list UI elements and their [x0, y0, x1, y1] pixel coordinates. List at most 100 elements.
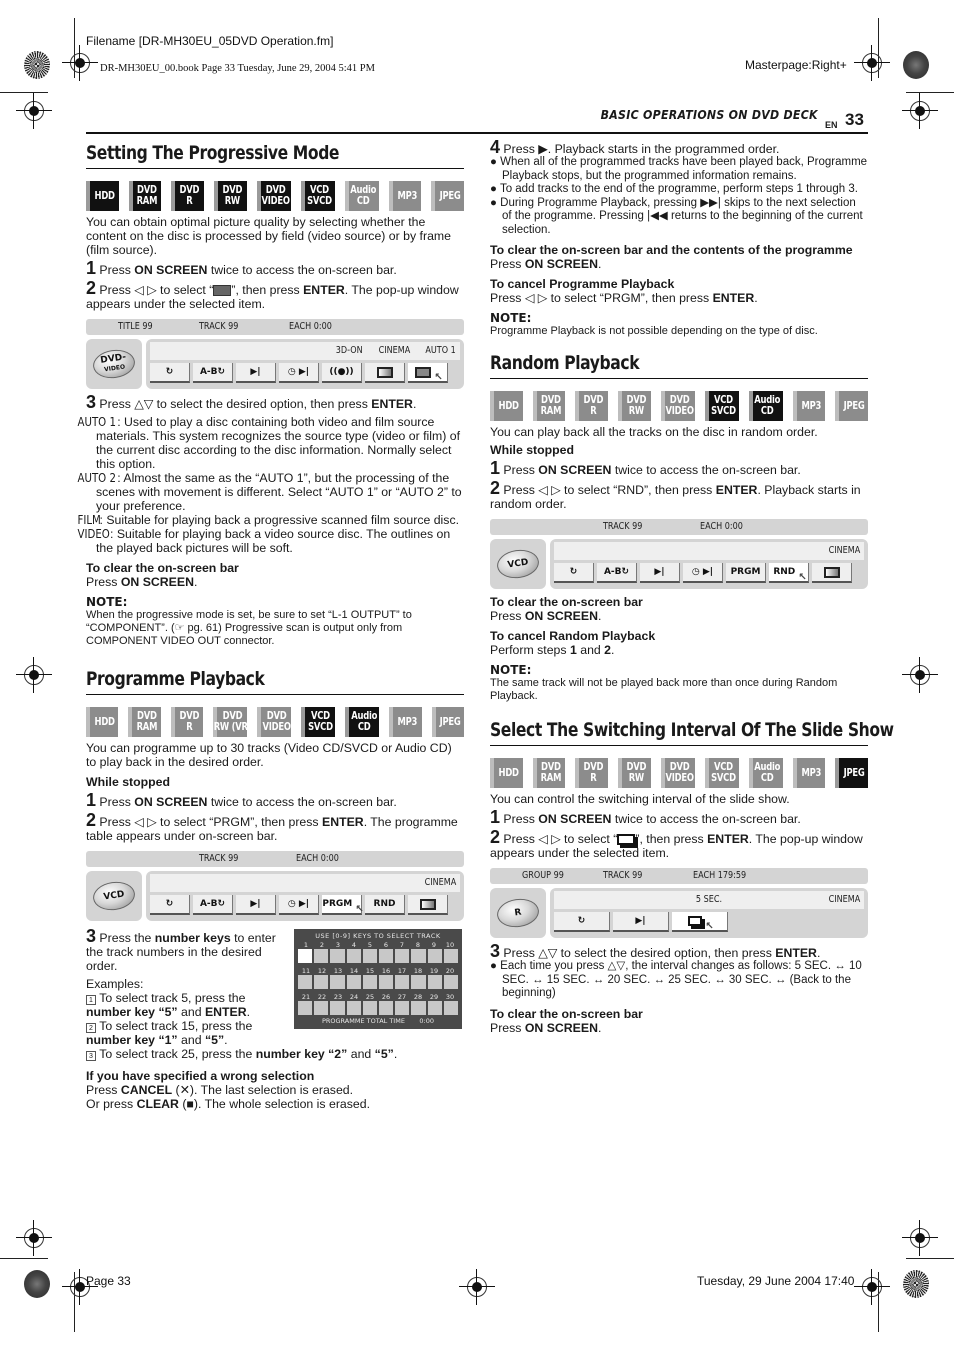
- track-number-label: 25: [365, 993, 375, 1001]
- track-slot[interactable]: [411, 1001, 426, 1015]
- track-slot[interactable]: [378, 975, 394, 989]
- track-slot[interactable]: [298, 949, 313, 963]
- step-2: 2 Press ◁ ▷ to select “”, then press ENT…: [86, 278, 459, 311]
- cancel-random-heading: To cancel Random Playback: [490, 629, 656, 643]
- track-number-label: 27: [397, 993, 407, 1001]
- ab-repeat-button[interactable]: A-B↻: [597, 563, 637, 583]
- track-slot[interactable]: [395, 1001, 410, 1015]
- track-slot[interactable]: [362, 1001, 377, 1015]
- masterpage-label: Masterpage:Right+: [745, 58, 847, 72]
- repeat-button[interactable]: ↻: [150, 895, 190, 915]
- osd-track: TRACK 99: [199, 853, 239, 864]
- track-slot[interactable]: [443, 975, 458, 989]
- repeat-button[interactable]: ↻: [554, 563, 594, 583]
- track-slot[interactable]: [346, 949, 361, 963]
- prgm-button[interactable]: PRGM ↖: [322, 895, 364, 915]
- osd-info-row: TRACK 99 EACH 0:00: [490, 519, 868, 535]
- disc-type-indicator: VCD: [490, 539, 546, 589]
- track-slot[interactable]: [314, 1001, 329, 1015]
- section-title: Programme Playback: [86, 668, 265, 690]
- track-slot[interactable]: [346, 1001, 361, 1015]
- track-slot[interactable]: [378, 1001, 394, 1015]
- step-3-block: 3 Press the number keys to enter the tra…: [86, 927, 464, 1061]
- progressive-mode-button[interactable]: ↖: [408, 363, 448, 383]
- picture-control-button[interactable]: [408, 895, 448, 915]
- track-slot[interactable]: [411, 975, 426, 989]
- track-slot[interactable]: [346, 975, 361, 989]
- track-number-label: 16: [381, 967, 391, 975]
- cancel-programme-text: Press ◁ ▷ to select “PRGM”, then press E…: [490, 291, 758, 305]
- repeat-button[interactable]: ↻: [554, 912, 610, 932]
- track-slot[interactable]: [330, 975, 345, 989]
- track-number-label: 20: [445, 967, 455, 975]
- disc-badge-dvd-ram: DVD RAM: [128, 181, 162, 211]
- track-slot[interactable]: [427, 975, 442, 989]
- time-search-button[interactable]: ▶|: [613, 912, 669, 932]
- time-search-button[interactable]: ▶|: [640, 563, 680, 583]
- track-slot[interactable]: [395, 975, 410, 989]
- track-slot[interactable]: [411, 949, 426, 963]
- ab-repeat-button[interactable]: A-B↻: [193, 895, 233, 915]
- track-slot[interactable]: [427, 1001, 442, 1015]
- rnd-button[interactable]: RND: [365, 895, 405, 915]
- repeat-button[interactable]: ↻: [150, 363, 190, 383]
- disc-badge-hdd: HDD: [86, 181, 119, 211]
- disc-type-badges: HDD DVD RAM DVD R DVD RW DVD VIDEO VCD SVCD Audio CD…: [490, 391, 869, 421]
- step-4: 4 Press ▶. Playback starts in the progra…: [490, 137, 780, 157]
- track-slot[interactable]: [330, 949, 345, 963]
- registration-mark-icon: [16, 93, 52, 129]
- time-search-button[interactable]: ▶|: [236, 895, 276, 915]
- cursor-icon: ↖: [705, 921, 714, 932]
- track-slot[interactable]: [362, 975, 377, 989]
- osd-each: EACH 0:00: [700, 521, 743, 532]
- note-heading: NOTE:: [86, 595, 128, 609]
- picture-control-button[interactable]: [365, 363, 405, 383]
- interval-cycle-bullet: ● Each time you press △▽, the interval c…: [490, 960, 862, 999]
- timer-search-button[interactable]: ◷ ▶|: [279, 895, 319, 915]
- timer-search-button[interactable]: ◷ ▶|: [683, 563, 723, 583]
- disc-badge-vcd-svcd: VCD SVCD: [704, 758, 739, 788]
- registration-disc-icon: [24, 1270, 50, 1298]
- track-slot[interactable]: [443, 1001, 458, 1015]
- track-slot[interactable]: [395, 949, 410, 963]
- time-search-button[interactable]: ▶|: [236, 363, 276, 383]
- crop-mark: [0, 92, 48, 93]
- track-slot[interactable]: [314, 975, 329, 989]
- ab-repeat-button[interactable]: A-B↻: [193, 363, 233, 383]
- track-slot[interactable]: [378, 949, 394, 963]
- track-slot[interactable]: [443, 949, 458, 963]
- step-2: 2 Press ◁ ▷ to select “”, then press ENT…: [490, 827, 863, 860]
- disc-badge-dvd-r: DVD R: [575, 391, 609, 421]
- track-slot[interactable]: [298, 1001, 313, 1015]
- prgm-button[interactable]: PRGM: [726, 563, 766, 583]
- examples-label: Examples:: [86, 977, 144, 991]
- osd-track: TRACK 99: [199, 321, 239, 332]
- track-slot[interactable]: [330, 1001, 345, 1015]
- track-slot[interactable]: [427, 949, 442, 963]
- timer-search-button[interactable]: ◷ ▶|: [279, 363, 319, 383]
- rnd-button[interactable]: RND ↖: [769, 563, 809, 583]
- example-1: 1 To select track 5, press the number ke…: [86, 991, 251, 1019]
- picture-control-button[interactable]: [812, 563, 852, 583]
- section-slide-show-interval: Select The Switching Interval Of The Sli…: [490, 719, 894, 1035]
- disc-badge-dvd-rw-vr-: DVD RW (VR): [213, 707, 251, 737]
- track-slot[interactable]: [298, 975, 313, 989]
- track-number-label: 5: [367, 941, 373, 949]
- disc-badge-vcd-svcd: VCD SVCD: [301, 707, 336, 737]
- section-title: Select The Switching Interval Of The Sli…: [490, 719, 894, 741]
- track-slot[interactable]: [314, 949, 329, 963]
- option-auto2: AUTO 2: Almost the same as the “AUTO 1”,…: [77, 471, 462, 513]
- track-slot-row: [298, 949, 458, 963]
- track-slot[interactable]: [362, 949, 377, 963]
- status-interval: 5 SEC.: [695, 894, 723, 905]
- 3d-phonic-button[interactable]: ((●)): [322, 363, 362, 383]
- bullet-item: ● During Programme Playback, pressing ▶▶…: [490, 196, 863, 236]
- slide-show-interval-button[interactable]: ↖: [672, 912, 728, 932]
- track-number-label: 12: [317, 967, 327, 975]
- vcd-disc-icon: VCD: [91, 879, 137, 913]
- header-rule: [86, 132, 868, 134]
- cancel-random-text: Perform steps 1 and 2.: [490, 643, 615, 657]
- disc-badge-mp3: MP3: [389, 707, 422, 737]
- osd-track: TRACK 99: [603, 521, 643, 532]
- track-number-label: 10: [445, 941, 455, 949]
